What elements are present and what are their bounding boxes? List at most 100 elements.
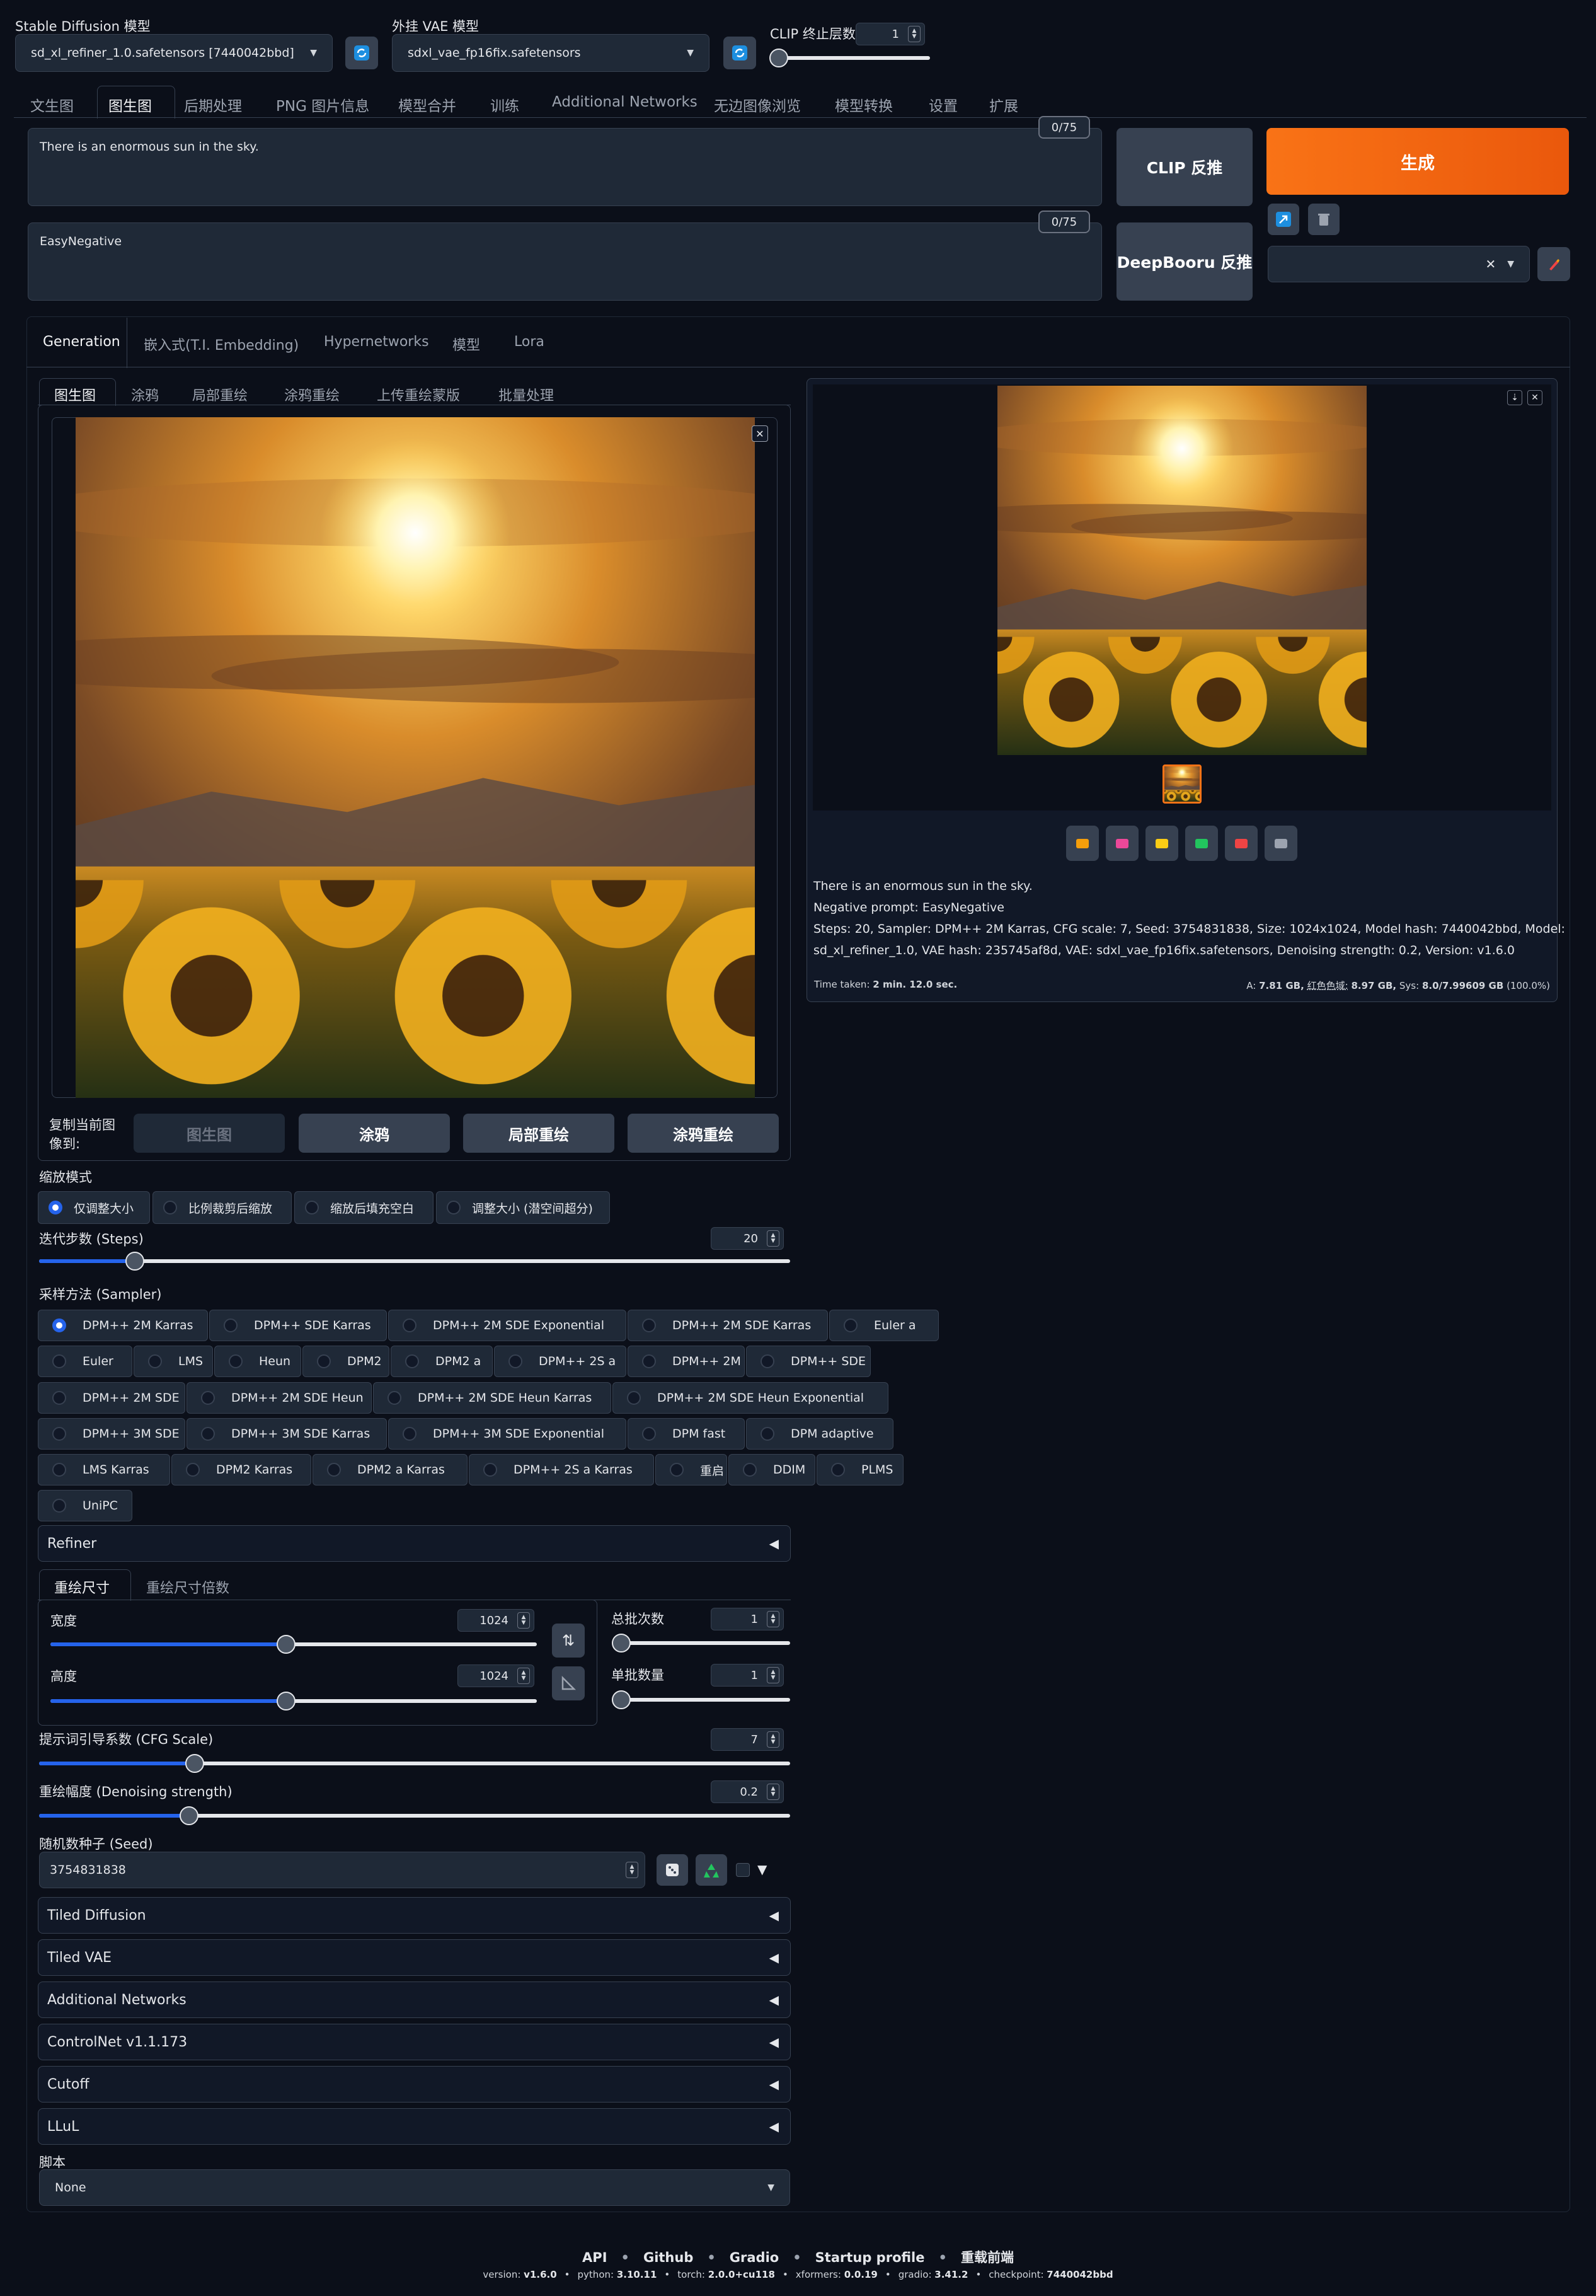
accordion-tiled-diffusion[interactable]: Tiled Diffusion ◀ xyxy=(38,1897,791,1934)
sampler-dpm-2m-sde-heun-exponential[interactable]: DPM++ 2M SDE Heun Exponential xyxy=(612,1382,888,1414)
tab-additional-networks[interactable]: Additional Networks xyxy=(552,94,698,110)
clip-skip-input[interactable]: 1 ▲ ▼ xyxy=(856,23,925,45)
output-thumbnail[interactable] xyxy=(1163,764,1202,804)
slider-handle[interactable] xyxy=(769,49,788,67)
tab-cn-0[interactable]: 文生图 xyxy=(30,94,74,115)
send-to-img2img-button[interactable] xyxy=(1185,826,1218,861)
tab-cn-2[interactable]: 后期处理 xyxy=(184,94,242,115)
send-to-extras-button[interactable] xyxy=(1265,826,1297,861)
cfg-slider[interactable] xyxy=(39,1754,790,1773)
size-tab-0[interactable]: 重绘尺寸 xyxy=(54,1577,110,1597)
footer-link-github[interactable]: Github xyxy=(643,2250,693,2265)
vae-dropdown[interactable]: sdxl_vae_fp16fix.safetensors ▼ xyxy=(392,34,709,72)
resize-option-1[interactable]: 比例裁剪后缩放 xyxy=(152,1191,292,1224)
footer-link-api[interactable]: API xyxy=(582,2250,607,2265)
sampler-dpm-2m-sde[interactable]: DPM++ 2M SDE xyxy=(38,1382,185,1414)
swap-dimensions-button[interactable]: ⇅ xyxy=(552,1624,585,1658)
folder-button[interactable] xyxy=(1066,826,1099,861)
generate-button[interactable]: 生成 xyxy=(1266,128,1569,195)
sampler-dpm-2m-sde-exponential[interactable]: DPM++ 2M SDE Exponential xyxy=(388,1310,626,1341)
stepper-icon[interactable]: ▲ ▼ xyxy=(767,1731,779,1748)
sampler-lms[interactable]: LMS xyxy=(134,1346,213,1377)
sampler-dpm-3m-sde-karras[interactable]: DPM++ 3M SDE Karras xyxy=(187,1418,387,1450)
tab-png[interactable]: PNG 图片信息 xyxy=(276,94,369,115)
tab-cn-7[interactable]: 无边图像浏览 xyxy=(714,94,801,115)
download-icon[interactable]: ⇣ xyxy=(1507,390,1522,405)
sd-model-dropdown[interactable]: sd_xl_refiner_1.0.safetensors [7440042bb… xyxy=(15,34,333,72)
slider-handle[interactable] xyxy=(276,1692,296,1710)
footer-link-item[interactable]: 重载前端 xyxy=(961,2250,1014,2265)
tab-cn-5[interactable]: 训练 xyxy=(490,94,519,115)
subtab-2[interactable]: 局部重绘 xyxy=(192,384,248,405)
close-icon[interactable]: ✕ xyxy=(1527,390,1542,405)
sampler-dpm-2m-sde-heun[interactable]: DPM++ 2M SDE Heun xyxy=(187,1382,372,1414)
send-to-inpaint-button[interactable] xyxy=(1225,826,1258,861)
negative-prompt[interactable]: EasyNegative xyxy=(28,222,1102,301)
triangle-down-icon[interactable]: ▼ xyxy=(757,1862,767,1877)
extra-tab-hypernetworks[interactable]: Hypernetworks xyxy=(324,334,429,350)
subtab-0[interactable]: 图生图 xyxy=(54,384,96,405)
stepper-icon[interactable]: ▲ ▼ xyxy=(767,1784,779,1800)
resize-option-3[interactable]: 调整大小 (潜空间超分) xyxy=(436,1191,610,1224)
steps-slider[interactable] xyxy=(39,1252,790,1271)
accordion-cutoff[interactable]: Cutoff ◀ xyxy=(38,2066,791,2103)
sampler-euler[interactable]: Euler xyxy=(38,1346,132,1377)
stepper-icon[interactable]: ▲ ▼ xyxy=(517,1612,530,1629)
footer-link-startup-profile[interactable]: Startup profile xyxy=(815,2250,925,2265)
sampler-dpm2-a-karras[interactable]: DPM2 a Karras xyxy=(313,1454,468,1485)
zip-button[interactable] xyxy=(1145,826,1178,861)
sampler-item[interactable]: 重启 xyxy=(655,1454,727,1485)
resize-option-0[interactable]: 仅调整大小 xyxy=(38,1191,150,1224)
stepper-icon[interactable]: ▲ ▼ xyxy=(517,1668,530,1684)
batch-size-slider[interactable] xyxy=(612,1690,790,1709)
sampler-dpm-fast[interactable]: DPM fast xyxy=(628,1418,745,1450)
tab-cn-1[interactable]: 图生图 xyxy=(108,94,152,115)
sampler-dpm-sde[interactable]: DPM++ SDE xyxy=(746,1346,871,1377)
slider-handle[interactable] xyxy=(185,1754,204,1773)
sampler-dpm-2m-sde-heun-karras[interactable]: DPM++ 2M SDE Heun Karras xyxy=(373,1382,611,1414)
sampler-dpm-3m-sde[interactable]: DPM++ 3M SDE xyxy=(38,1418,185,1450)
sampler-unipc[interactable]: UniPC xyxy=(38,1490,132,1521)
tab-cn-4[interactable]: 模型合并 xyxy=(398,94,456,115)
refresh-vae-button[interactable] xyxy=(723,37,756,69)
tab-cn-10[interactable]: 扩展 xyxy=(989,94,1018,115)
sampler-euler-a[interactable]: Euler a xyxy=(829,1310,939,1341)
extra-tab-lora[interactable]: Lora xyxy=(514,334,544,350)
sampler-dpm2[interactable]: DPM2 xyxy=(302,1346,389,1377)
slider-handle[interactable] xyxy=(612,1690,631,1709)
copy-to-button-2[interactable]: 局部重绘 xyxy=(463,1114,614,1153)
extra-tab-3[interactable]: 模型 xyxy=(452,334,480,354)
tab-cn-9[interactable]: 设置 xyxy=(929,94,958,115)
stepper-icon[interactable]: ▲ ▼ xyxy=(767,1611,779,1627)
copy-to-button-0[interactable]: 图生图 xyxy=(134,1114,285,1153)
sampler-heun[interactable]: Heun xyxy=(214,1346,301,1377)
sampler-dpm-2s-a[interactable]: DPM++ 2S a xyxy=(494,1346,626,1377)
random-seed-button[interactable] xyxy=(657,1854,688,1886)
sampler-lms-karras[interactable]: LMS Karras xyxy=(38,1454,170,1485)
sampler-dpm-2s-a-karras[interactable]: DPM++ 2S a Karras xyxy=(469,1454,654,1485)
accordion-llul[interactable]: LLuL ◀ xyxy=(38,2108,791,2145)
styles-dropdown[interactable]: ✕ ▼ xyxy=(1268,246,1530,282)
accordion-additional-networks[interactable]: Additional Networks ◀ xyxy=(38,1982,791,2018)
width-input[interactable]: 1024 ▲ ▼ xyxy=(457,1609,534,1632)
slider-handle[interactable] xyxy=(276,1635,296,1654)
copy-to-button-1[interactable]: 涂鸦 xyxy=(299,1114,450,1153)
sampler-dpm-2m-karras[interactable]: DPM++ 2M Karras xyxy=(38,1310,208,1341)
seed-input[interactable]: 3754831838 ▲ ▼ xyxy=(39,1852,645,1888)
batch-size-input[interactable]: 1 ▲ ▼ xyxy=(711,1664,784,1687)
refiner-accordion[interactable]: Refiner ◀ xyxy=(38,1525,791,1562)
subtab-3[interactable]: 涂鸦重绘 xyxy=(284,384,340,405)
width-slider[interactable] xyxy=(50,1635,537,1654)
subtab-5[interactable]: 批量处理 xyxy=(498,384,554,405)
positive-prompt[interactable]: There is an enormous sun in the sky. xyxy=(28,128,1102,206)
script-dropdown[interactable]: None ▼ xyxy=(39,2169,790,2206)
paste-params-button[interactable] xyxy=(1268,204,1299,235)
sampler-dpm2-a[interactable]: DPM2 a xyxy=(391,1346,493,1377)
sampler-ddim[interactable]: DDIM xyxy=(728,1454,815,1485)
close-icon[interactable]: ✕ xyxy=(752,425,768,442)
tab-cn-8[interactable]: 模型转换 xyxy=(835,94,893,115)
batch-count-slider[interactable] xyxy=(612,1634,790,1653)
sampler-dpm-2m[interactable]: DPM++ 2M xyxy=(628,1346,745,1377)
accordion-tiled-vae[interactable]: Tiled VAE ◀ xyxy=(38,1939,791,1976)
sampler-dpm-adaptive[interactable]: DPM adaptive xyxy=(746,1418,893,1450)
